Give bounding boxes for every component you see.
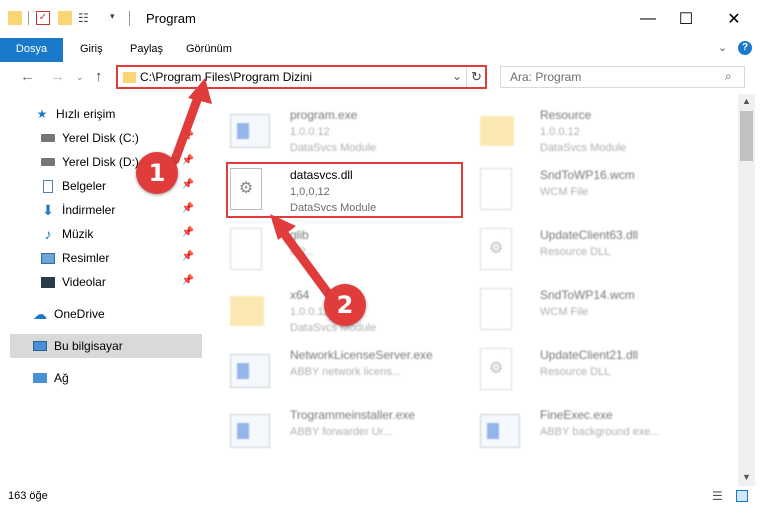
callout-badge-1: 1 (136, 152, 178, 194)
arrow-2 (270, 214, 335, 301)
callout-arrows (170, 78, 335, 301)
arrow-1 (170, 78, 212, 165)
callout-badge-2: 2 (324, 284, 366, 326)
